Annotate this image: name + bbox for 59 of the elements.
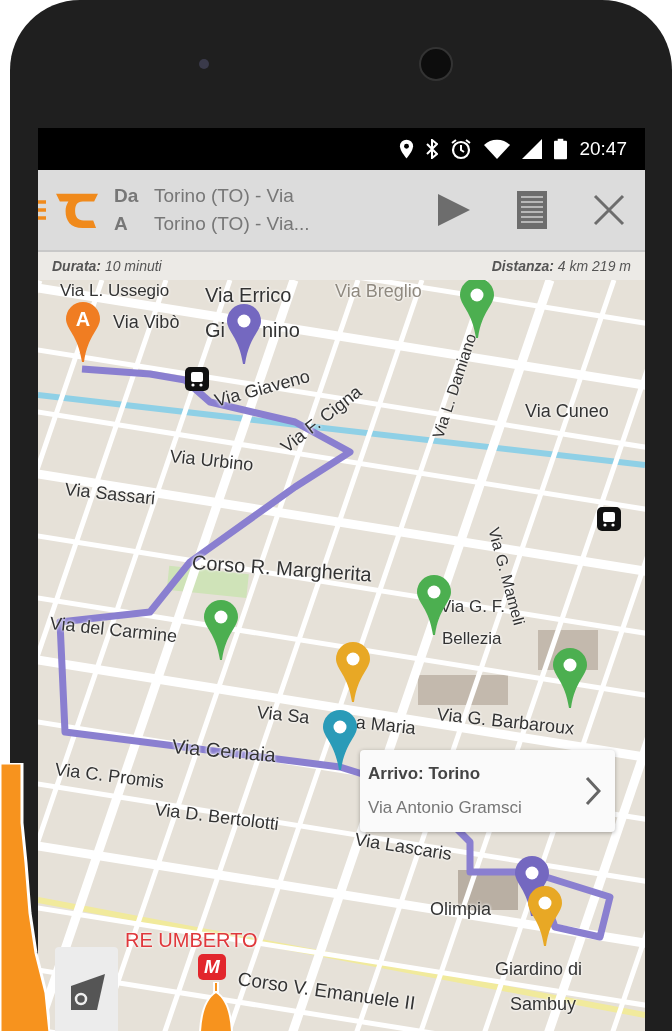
map-label: Via Giaveno [212, 367, 312, 410]
close-icon[interactable] [593, 194, 625, 226]
map-pin[interactable] [335, 642, 371, 702]
bus-stop-icon[interactable] [185, 367, 209, 391]
map-label: Via Urbino [169, 447, 255, 474]
to-address: Torino (TO) - Via... [154, 213, 310, 235]
map-label: Via Breglio [335, 282, 422, 300]
chevron-right-icon [585, 776, 601, 806]
map-label: Via Cernaia [171, 736, 277, 766]
bluetooth-icon [426, 139, 439, 159]
play-icon[interactable] [435, 192, 471, 228]
metro-badge[interactable]: M [198, 954, 226, 980]
popup-title: Arrivo: Torino [368, 764, 482, 784]
map-label: Via G. Barbaroux [436, 705, 575, 738]
wifi-icon [484, 139, 511, 159]
map-label: RE UMBERTO [125, 930, 258, 950]
to-label: A [114, 213, 129, 235]
map-label: Via Cuneo [525, 402, 609, 420]
map-label: Via Sassari [64, 480, 157, 508]
map-label: Via C. Promis [53, 760, 165, 792]
arrival-popup[interactable]: Arrivo: Torino Via Antonio Gramsci [360, 750, 615, 832]
map-label: nino [262, 320, 300, 340]
map-label: Gi [205, 320, 225, 340]
list-icon[interactable] [517, 191, 547, 229]
map-pin[interactable] [322, 710, 358, 770]
map-pin[interactable] [527, 886, 563, 946]
map-pin[interactable] [203, 600, 239, 660]
map-pin[interactable] [552, 648, 588, 708]
compass-button[interactable] [55, 947, 118, 1031]
distance-text: Distanza: 4 km 219 m [491, 258, 631, 274]
map-label: Olimpia [430, 900, 491, 918]
map-pin[interactable]: A [65, 302, 101, 362]
from-address: Torino (TO) - Via [154, 185, 294, 207]
map-label: Via D. Bertolotti [153, 800, 280, 834]
location-icon [399, 139, 415, 159]
from-label: Da [114, 185, 140, 207]
map-label: a Maria [355, 713, 417, 738]
status-time: 20:47 [579, 138, 627, 160]
camera-icon [419, 47, 453, 81]
map-label: Giardino di [495, 960, 583, 978]
map-label: Corso R. Margherita [191, 552, 373, 585]
dome-drawing [196, 982, 236, 1031]
battery-icon [554, 138, 568, 160]
map-label: Via Lascaris [353, 830, 453, 864]
map-label: Via del Carmine [49, 614, 178, 646]
map-label: Via L. Ussegio [60, 282, 170, 299]
duration-text: Durata: 10 minuti [52, 258, 162, 274]
map-label: Corso V. Emanuele II [236, 969, 417, 1013]
map-label: Via Sa [256, 703, 311, 727]
map-label: Sambuy [510, 995, 577, 1013]
map-label: Bellezia [442, 630, 502, 647]
map-label: Via Errico [205, 285, 292, 305]
sensor-icon [199, 59, 209, 69]
map-pin[interactable] [226, 304, 262, 364]
signal-icon [522, 139, 543, 159]
map-label: Via Vibò [113, 313, 180, 331]
bus-stop-icon[interactable] [597, 507, 621, 531]
alarm-icon [450, 138, 473, 160]
popup-address: Via Antonio Gramsci [368, 798, 522, 818]
